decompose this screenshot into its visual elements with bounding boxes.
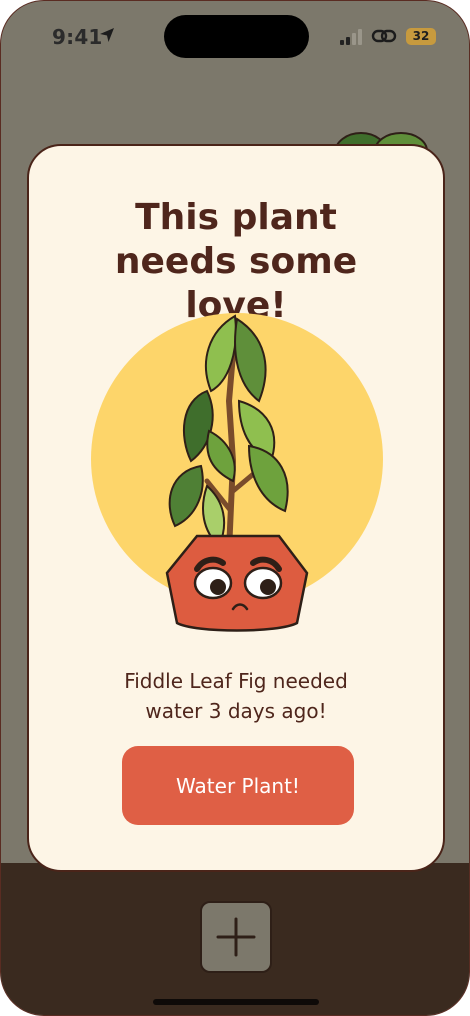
watering-message: Fiddle Leaf Fig needed water 3 days ago! [124, 669, 348, 723]
status-bar: 9:41 32 [1, 1, 469, 71]
dynamic-island [164, 15, 309, 58]
sad-plant-illustration [91, 313, 383, 632]
modal-title: This plant needs some love! [114, 197, 358, 326]
plant-pot [165, 534, 309, 632]
battery-indicator: 32 [406, 28, 436, 45]
link-icon [371, 29, 397, 43]
plus-icon [216, 917, 256, 957]
home-indicator[interactable] [153, 999, 319, 1005]
status-time: 9:41 [52, 25, 103, 49]
cellular-signal-icon [340, 29, 362, 45]
location-arrow-icon [100, 28, 114, 42]
water-plant-button[interactable]: Water Plant! [122, 746, 354, 825]
plant-alert-modal: This plant needs some love! Fiddle Leaf … [27, 144, 445, 872]
add-plant-button[interactable] [200, 901, 272, 973]
phone-screen: 9:41 32 This plant needs some love! Fidd… [0, 0, 470, 1016]
